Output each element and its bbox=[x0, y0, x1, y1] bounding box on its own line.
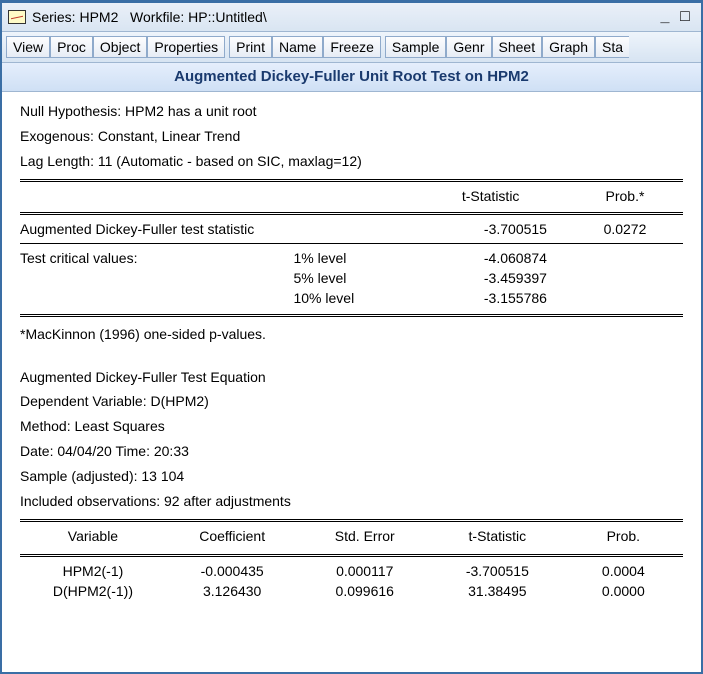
var-name: D(HPM2(-1)) bbox=[20, 581, 166, 601]
title-series-prefix: Series: bbox=[32, 9, 79, 25]
crit-5pct-label: 5% level bbox=[293, 268, 434, 288]
content-area: Null Hypothesis: HPM2 has a unit root Ex… bbox=[2, 92, 701, 601]
col-coef: Coefficient bbox=[166, 526, 299, 546]
sample-button[interactable]: Sample bbox=[385, 36, 446, 58]
object-button[interactable]: Object bbox=[93, 36, 147, 58]
footnote: *MacKinnon (1996) one-sided p-values. bbox=[20, 325, 683, 344]
subtitle: Augmented Dickey-Fuller Unit Root Test o… bbox=[2, 63, 701, 92]
stats-button[interactable]: Sta bbox=[595, 36, 629, 58]
eq-line-2: Dependent Variable: D(HPM2) bbox=[20, 392, 683, 411]
var-tstat: 31.38495 bbox=[431, 581, 564, 601]
var-name: HPM2(-1) bbox=[20, 561, 166, 581]
properties-button[interactable]: Properties bbox=[147, 36, 225, 58]
table-row: D(HPM2(-1)) 3.126430 0.099616 31.38495 0… bbox=[20, 581, 683, 601]
title-series-name: HPM2 bbox=[79, 9, 118, 25]
crit-5pct-val: -3.459397 bbox=[434, 268, 567, 288]
var-coef: -0.000435 bbox=[166, 561, 299, 581]
graph-button[interactable]: Graph bbox=[542, 36, 595, 58]
sheet-button[interactable]: Sheet bbox=[492, 36, 543, 58]
crit-1pct-val: -4.060874 bbox=[434, 248, 567, 268]
col-variable: Variable bbox=[20, 526, 166, 546]
var-prob: 0.0000 bbox=[564, 581, 683, 601]
var-se: 0.099616 bbox=[298, 581, 431, 601]
eq-line-3: Method: Least Squares bbox=[20, 417, 683, 436]
var-tstat: -3.700515 bbox=[431, 561, 564, 581]
null-hypothesis: Null Hypothesis: HPM2 has a unit root bbox=[20, 102, 683, 121]
adf-tstat: -3.700515 bbox=[434, 219, 567, 239]
title-workfile-name: HP::Untitled\ bbox=[188, 9, 267, 25]
view-button[interactable]: View bbox=[6, 36, 50, 58]
genr-button[interactable]: Genr bbox=[446, 36, 491, 58]
crit-10pct-label: 10% level bbox=[293, 288, 434, 308]
name-button[interactable]: Name bbox=[272, 36, 323, 58]
proc-button[interactable]: Proc bbox=[50, 36, 93, 58]
window-title-bar: Series: HPM2 Workfile: HP::Untitled\ _ □ bbox=[2, 3, 701, 32]
variables-table: Variable Coefficient Std. Error t-Statis… bbox=[20, 526, 683, 546]
series-icon bbox=[8, 10, 26, 24]
toolbar: View Proc Object Properties Print Name F… bbox=[2, 32, 701, 63]
adf-prob: 0.0272 bbox=[567, 219, 683, 239]
table-row: HPM2(-1) -0.000435 0.000117 -3.700515 0.… bbox=[20, 561, 683, 581]
lag-length: Lag Length: 11 (Automatic - based on SIC… bbox=[20, 152, 683, 171]
col-tstat: t-Statistic bbox=[431, 526, 564, 546]
stats-table: t-Statistic Prob.* bbox=[20, 186, 683, 206]
col-tstat: t-Statistic bbox=[434, 186, 567, 206]
minimize-icon[interactable]: _ bbox=[655, 8, 675, 26]
exogenous: Exogenous: Constant, Linear Trend bbox=[20, 127, 683, 146]
eq-line-1: Augmented Dickey-Fuller Test Equation bbox=[20, 368, 683, 387]
print-button[interactable]: Print bbox=[229, 36, 272, 58]
eq-line-4: Date: 04/04/20 Time: 20:33 bbox=[20, 442, 683, 461]
eq-line-5: Sample (adjusted): 13 104 bbox=[20, 467, 683, 486]
maximize-icon[interactable]: □ bbox=[675, 8, 695, 26]
adf-label: Augmented Dickey-Fuller test statistic bbox=[20, 219, 434, 239]
col-prob: Prob. bbox=[564, 526, 683, 546]
crit-label: Test critical values: bbox=[20, 248, 293, 268]
var-se: 0.000117 bbox=[298, 561, 431, 581]
crit-10pct-val: -3.155786 bbox=[434, 288, 567, 308]
var-coef: 3.126430 bbox=[166, 581, 299, 601]
col-se: Std. Error bbox=[298, 526, 431, 546]
freeze-button[interactable]: Freeze bbox=[323, 36, 381, 58]
col-prob: Prob.* bbox=[567, 186, 683, 206]
title-workfile-prefix: Workfile: bbox=[118, 9, 188, 25]
eq-line-6: Included observations: 92 after adjustme… bbox=[20, 492, 683, 511]
crit-1pct-label: 1% level bbox=[293, 248, 434, 268]
var-prob: 0.0004 bbox=[564, 561, 683, 581]
